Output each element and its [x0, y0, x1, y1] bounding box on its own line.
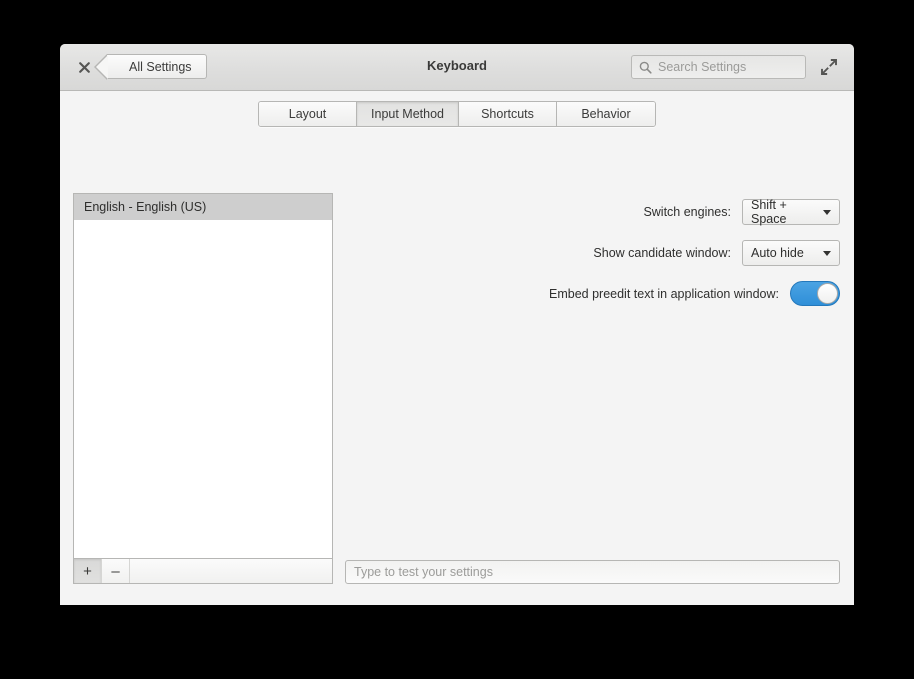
add-input-method-button[interactable]: +: [74, 559, 102, 583]
all-settings-label: All Settings: [129, 59, 192, 74]
test-settings-input[interactable]: Type to test your settings: [345, 560, 840, 584]
search-input[interactable]: Search Settings: [631, 55, 806, 79]
list-item[interactable]: English - English (US): [74, 194, 332, 220]
chevron-down-icon: [823, 209, 831, 215]
switch-engines-value: Shift + Space: [751, 198, 787, 226]
switch-engines-label: Switch engines:: [643, 205, 731, 219]
remove-input-method-button[interactable]: –: [102, 559, 130, 583]
switch-engines-row: Switch engines: Shift + Space: [350, 198, 840, 226]
maximize-icon[interactable]: [818, 56, 840, 78]
chevron-down-icon: [823, 250, 831, 256]
candidate-window-label: Show candidate window:: [593, 246, 731, 260]
input-method-list[interactable]: English - English (US): [74, 194, 332, 558]
input-method-list-panel: English - English (US) + –: [73, 193, 333, 584]
tab-behavior[interactable]: Behavior: [556, 102, 655, 126]
candidate-window-row: Show candidate window: Auto hide: [350, 240, 840, 266]
settings-column: Switch engines: Shift + Space Show candi…: [350, 198, 840, 321]
embed-preedit-row: Embed preedit text in application window…: [350, 281, 840, 306]
switch-engines-dropdown[interactable]: Shift + Space: [742, 198, 840, 226]
candidate-window-dropdown[interactable]: Auto hide: [742, 240, 840, 266]
tab-shortcuts[interactable]: Shortcuts: [458, 102, 557, 126]
search-placeholder: Search Settings: [658, 60, 747, 74]
tab-bar: Layout Input Method Shortcuts Behavior: [60, 101, 854, 127]
search-icon: [639, 61, 652, 74]
tab-input-method[interactable]: Input Method: [357, 102, 459, 126]
candidate-window-value: Auto hide: [751, 246, 804, 260]
titlebar: All Settings Keyboard Search Settings: [60, 44, 854, 91]
test-settings-placeholder: Type to test your settings: [354, 565, 493, 579]
keyboard-settings-window: All Settings Keyboard Search Settings La…: [60, 44, 854, 605]
list-toolbar: + –: [74, 558, 332, 583]
toggle-knob: [817, 283, 838, 304]
embed-preedit-label: Embed preedit text in application window…: [549, 286, 779, 301]
embed-preedit-toggle[interactable]: [790, 281, 840, 306]
tab-layout[interactable]: Layout: [259, 102, 358, 126]
content-area: English - English (US) + – Switch engine…: [60, 139, 854, 605]
